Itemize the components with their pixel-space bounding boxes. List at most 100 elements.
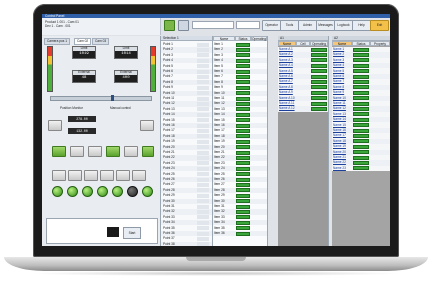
list-item[interactable]: Point 15 [161, 118, 212, 123]
table-row[interactable]: Name 17 [332, 133, 390, 138]
table-row[interactable]: Name A 12 [278, 106, 328, 112]
column-header-operating[interactable]: Operating [310, 41, 328, 46]
column-header-cell[interactable]: Cell [296, 41, 310, 46]
table-row[interactable]: Item 5 [213, 64, 267, 69]
table-row[interactable]: Name 15 [332, 123, 390, 128]
list-item[interactable]: Point 25 [161, 172, 212, 177]
table-row[interactable]: Item 19 [213, 139, 267, 144]
table-row[interactable]: Item 4 [213, 58, 267, 64]
table-row[interactable]: Name A 9 [278, 90, 328, 95]
nav-button-tools[interactable]: Tools [280, 20, 299, 31]
left-tab-3[interactable]: Cam 03 [92, 38, 110, 45]
list-item[interactable]: Point 34 [161, 220, 212, 226]
right-jog-button[interactable] [140, 120, 154, 131]
tool-button-4[interactable] [100, 170, 114, 181]
list-item[interactable]: Point 4 [161, 58, 212, 64]
list-item[interactable]: Point 7 [161, 74, 212, 79]
table-row[interactable]: Item 35 [213, 226, 267, 231]
stop-button[interactable] [88, 146, 102, 157]
list-item[interactable]: Point 38 [161, 241, 212, 246]
table-row[interactable]: Item 12 [213, 101, 267, 107]
table-row[interactable]: Name 10 [332, 95, 390, 101]
table-row[interactable]: Item 22 [213, 155, 267, 161]
list-item[interactable]: Point 19 [161, 139, 212, 144]
list-item[interactable]: Point 32 [161, 209, 212, 215]
table-row[interactable]: Name 9 [332, 90, 390, 95]
table-row[interactable]: Item 27 [213, 182, 267, 187]
list-item[interactable]: Point 30 [161, 198, 212, 204]
nav-button-help[interactable]: Help [352, 20, 371, 31]
table-row[interactable]: Name 7 [332, 79, 390, 84]
table-row[interactable]: Name 19 [332, 144, 390, 149]
left-tab-2[interactable]: Cam 02 [74, 38, 92, 45]
row-name[interactable]: Name 23 [333, 166, 352, 171]
nav-button-logbook[interactable]: Logbook [334, 20, 353, 31]
table-row[interactable]: Name 23 [332, 166, 390, 171]
list-item[interactable]: Point 10 [161, 90, 212, 96]
search-input[interactable] [192, 21, 234, 29]
table-row[interactable]: Item 15 [213, 118, 267, 123]
table-row[interactable]: Item 9 [213, 85, 267, 90]
play-button[interactable] [52, 146, 66, 157]
nav-button-operator[interactable]: Operator [262, 20, 281, 31]
list-item[interactable]: Point 2 [161, 47, 212, 53]
list-item[interactable]: Point 29 [161, 193, 212, 198]
table-row[interactable]: Item 25 [213, 172, 267, 177]
table-row[interactable]: Name 12 [332, 106, 390, 112]
table-row[interactable]: Item 2 [213, 47, 267, 53]
table-row[interactable]: Name 14 [332, 117, 390, 123]
camera-icon[interactable] [164, 20, 175, 31]
column-header-name[interactable]: Name [332, 41, 352, 46]
table-row[interactable]: Name A 4 [278, 63, 328, 69]
table-row[interactable]: Item 14 [213, 112, 267, 118]
position-slider[interactable] [50, 95, 152, 101]
table-row[interactable]: Item 34 [213, 220, 267, 226]
list-item[interactable]: Point 20 [161, 144, 212, 150]
tool-button-2[interactable] [68, 170, 82, 181]
left-tab-1[interactable]: Camera pos 1 [44, 38, 71, 45]
table-row[interactable]: Item 17 [213, 128, 267, 133]
list-item[interactable]: Point 22 [161, 155, 212, 161]
nav-button-messages[interactable]: Messages [316, 20, 335, 31]
table-row[interactable]: Name A 2 [278, 52, 328, 58]
forward-button[interactable] [106, 146, 120, 157]
refresh-icon[interactable] [178, 20, 189, 31]
table-row[interactable]: Name A 7 [278, 79, 328, 84]
column-header-operating[interactable]: Operating [251, 36, 267, 41]
table-row[interactable]: Item 36 [213, 231, 267, 237]
table-row[interactable]: Item 24 [213, 166, 267, 172]
filter-input[interactable] [236, 21, 260, 29]
nav-button-admin[interactable]: Admin [298, 20, 317, 31]
tool-button-5[interactable] [116, 170, 130, 181]
confirm-button[interactable] [142, 146, 154, 157]
column-header-status[interactable]: Status [352, 41, 370, 46]
table-row[interactable]: Name 2 [332, 52, 390, 58]
list-item[interactable]: Point 9 [161, 85, 212, 90]
table-row[interactable]: Item 32 [213, 209, 267, 215]
list-item[interactable]: Point 37 [161, 236, 212, 241]
table-row[interactable]: Name 4 [332, 63, 390, 69]
tool-button-6[interactable] [132, 170, 146, 181]
table-row[interactable]: Item 29 [213, 193, 267, 198]
pause-button[interactable] [70, 146, 84, 157]
table-row[interactable]: Name 20 [332, 149, 390, 155]
tool-button-1[interactable] [52, 170, 66, 181]
left-jog-button[interactable] [48, 120, 62, 131]
column-header-property[interactable]: Property [370, 41, 390, 46]
table-row[interactable]: Item 7 [213, 74, 267, 79]
table-row[interactable]: Item 30 [213, 198, 267, 204]
list-item[interactable]: Point 14 [161, 112, 212, 118]
list-item[interactable]: Point 24 [161, 166, 212, 172]
table-row[interactable]: Name A 5 [278, 69, 328, 74]
tool-button-3[interactable] [84, 170, 98, 181]
column-header-name[interactable]: Name [213, 36, 235, 41]
start-button[interactable]: Start [123, 227, 141, 239]
nav-button-exit[interactable]: Exit [370, 20, 389, 31]
table-row[interactable]: Item 20 [213, 144, 267, 150]
record-button[interactable] [124, 146, 138, 157]
table-row[interactable]: Name 22 [332, 160, 390, 166]
list-item[interactable]: Point 35 [161, 226, 212, 231]
column-header-name[interactable]: Name [278, 41, 296, 46]
list-item[interactable]: Point 27 [161, 182, 212, 187]
list-item[interactable]: Point 12 [161, 101, 212, 107]
